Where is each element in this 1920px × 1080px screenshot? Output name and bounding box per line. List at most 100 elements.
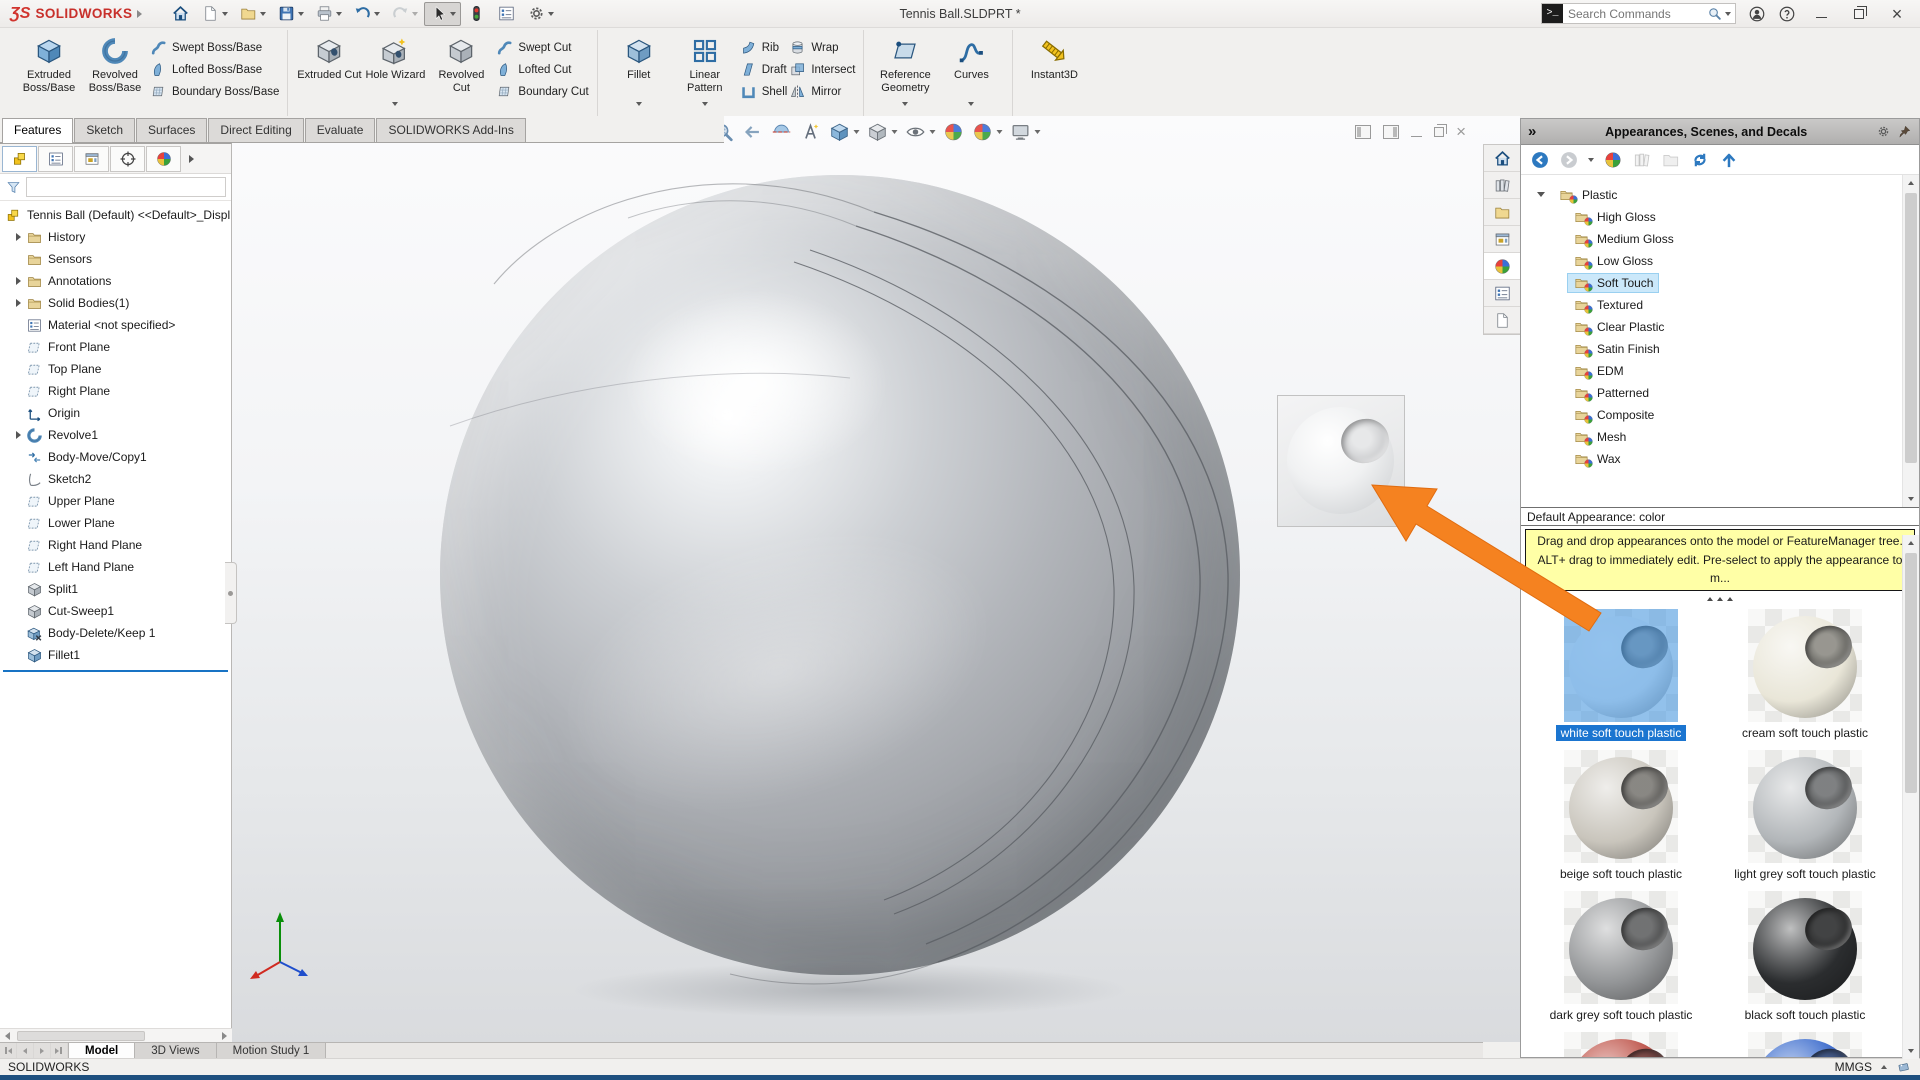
home-button[interactable]	[166, 2, 195, 26]
reference-geometry-flyout-icon[interactable]	[902, 102, 908, 106]
part-root-node[interactable]: Tennis Ball (Default) <<Default>_Displ	[0, 204, 231, 226]
tab-view-palette[interactable]	[1484, 226, 1520, 253]
expand-caret-icon[interactable]	[13, 408, 26, 418]
scroll-down-button[interactable]	[1903, 491, 1919, 507]
tab-property-manager[interactable]	[38, 146, 73, 172]
expand-caret-icon[interactable]	[13, 342, 26, 352]
document-restore-button[interactable]	[1434, 127, 1444, 137]
swatch-scrollbar-thumb[interactable]	[1905, 553, 1917, 793]
redo-button[interactable]	[386, 2, 423, 26]
swatch-scroll-down-button[interactable]	[1903, 1043, 1919, 1059]
expand-caret-icon[interactable]	[13, 364, 26, 374]
feature-tree-item[interactable]: Lower Plane	[0, 512, 231, 534]
swatch-thumbnail[interactable]	[1748, 609, 1862, 722]
expand-caret-icon[interactable]	[13, 298, 26, 308]
display-style-dropdown-icon[interactable]	[892, 130, 898, 134]
select-dropdown-icon[interactable]	[450, 12, 456, 16]
swatch-thumbnail[interactable]	[1564, 891, 1678, 1004]
feature-tree-item[interactable]: Upper Plane	[0, 490, 231, 512]
expand-caret-icon[interactable]	[13, 496, 26, 506]
section-view-button[interactable]	[771, 121, 793, 143]
expand-caret-icon[interactable]	[13, 320, 26, 330]
feature-tree-item[interactable]: Body-Move/Copy1	[0, 446, 231, 468]
model-tab[interactable]: Motion Study 1	[217, 1043, 327, 1058]
graphics-viewport[interactable]	[232, 116, 1520, 1042]
edit-appearance-ball-icon[interactable]	[1603, 150, 1623, 170]
appearance-swatch[interactable]: dark grey soft touch plastic	[1533, 891, 1709, 1023]
ribbon-tab[interactable]: Direct Editing	[208, 118, 303, 142]
solidworks-logo[interactable]: ƷS SOLIDWORKS	[0, 6, 152, 22]
logo-expand-arrow-icon[interactable]	[137, 10, 142, 18]
appearance-subcategory[interactable]: Composite	[1521, 404, 1919, 426]
expand-caret-icon[interactable]	[13, 628, 26, 638]
expand-caret-icon[interactable]	[13, 386, 26, 396]
feature-tree-item[interactable]: Split1	[0, 578, 231, 600]
next-tab-button[interactable]	[34, 1043, 51, 1058]
mirror-button[interactable]: Mirror	[789, 82, 855, 101]
swept-cut-button[interactable]: Swept Cut	[496, 38, 588, 57]
hscroll-thumb[interactable]	[17, 1031, 145, 1041]
rollback-bar[interactable]	[3, 670, 228, 672]
revolved-boss-base-button[interactable]: Revolved Boss/Base	[82, 31, 148, 109]
appearance-swatch[interactable]: black soft touch plastic	[1717, 891, 1893, 1023]
appearance-swatch[interactable]	[1717, 1032, 1893, 1057]
wrap-button[interactable]: Wrap	[789, 38, 855, 57]
feature-tree-item[interactable]: Material <not specified>	[0, 314, 231, 336]
new-document-button[interactable]	[196, 2, 233, 26]
feature-tree-item[interactable]: Sketch2	[0, 468, 231, 490]
appearance-subcategory[interactable]: Medium Gloss	[1521, 228, 1919, 250]
open-button[interactable]	[234, 2, 271, 26]
feature-tree-item[interactable]: Annotations	[0, 270, 231, 292]
unit-system-dropdown-icon[interactable]	[1881, 1065, 1887, 1069]
curves-flyout-icon[interactable]	[968, 102, 974, 106]
draft-button[interactable]: Draft	[740, 60, 788, 79]
print-button[interactable]	[310, 2, 347, 26]
tab-file-explorer[interactable]	[1484, 199, 1520, 226]
lofted-boss-base-button[interactable]: Lofted Boss/Base	[150, 60, 279, 79]
appearance-subcategory[interactable]: Low Gloss	[1521, 250, 1919, 272]
new-dropdown-icon[interactable]	[222, 12, 228, 16]
expand-caret-icon[interactable]	[13, 430, 26, 440]
appearance-subcategory[interactable]: High Gloss	[1521, 206, 1919, 228]
expand-caret-icon[interactable]	[13, 276, 26, 286]
collapse-caret-icon[interactable]	[1535, 191, 1549, 199]
fillet-flyout-icon[interactable]	[636, 102, 642, 106]
hole-wizard-button[interactable]: Hole Wizard	[362, 31, 428, 109]
feature-tree-item[interactable]: Origin	[0, 402, 231, 424]
tag-icon[interactable]	[1896, 1059, 1912, 1075]
swatch-thumbnail[interactable]	[1748, 1032, 1862, 1057]
appearance-subcategory[interactable]: Satin Finish	[1521, 338, 1919, 360]
tab-configuration-manager[interactable]	[74, 146, 109, 172]
select-button[interactable]	[424, 2, 461, 26]
expand-caret-icon[interactable]	[13, 540, 26, 550]
ribbon-tab[interactable]: Features	[2, 118, 73, 143]
apply-scene-button[interactable]	[972, 121, 1003, 143]
appearance-subcategory[interactable]: EDM	[1521, 360, 1919, 382]
document-minimize-button[interactable]	[1411, 136, 1422, 137]
window-minimize-button[interactable]	[1808, 3, 1834, 25]
expand-caret-icon[interactable]	[13, 232, 26, 242]
feature-tree-item[interactable]: Solid Bodies(1)	[0, 292, 231, 314]
appearance-subcategory[interactable]: Textured	[1521, 294, 1919, 316]
forward-button-icon[interactable]	[1559, 150, 1579, 170]
extruded-boss-base-button[interactable]: Extruded Boss/Base	[16, 31, 82, 109]
appearance-subcategory[interactable]: Soft Touch	[1521, 272, 1919, 294]
rib-button[interactable]: Rib	[740, 38, 788, 57]
unit-system-label[interactable]: MMGS	[1835, 1060, 1872, 1074]
open-appearance-folder-icon[interactable]	[1661, 150, 1681, 170]
view-orientation-button[interactable]	[829, 121, 860, 143]
linear-pattern-flyout-icon[interactable]	[702, 102, 708, 106]
tab-dimxpert-manager[interactable]	[110, 146, 145, 172]
annotation-views-button[interactable]	[800, 121, 822, 143]
pane-right-button[interactable]	[1383, 125, 1399, 139]
window-restore-button[interactable]	[1846, 3, 1872, 25]
feature-tree-item[interactable]: Top Plane	[0, 358, 231, 380]
undo-dropdown-icon[interactable]	[374, 12, 380, 16]
previous-view-button[interactable]	[742, 121, 764, 143]
document-close-button[interactable]	[1456, 123, 1466, 140]
expand-caret-icon[interactable]	[13, 584, 26, 594]
search-commands-input[interactable]	[1563, 7, 1707, 21]
ribbon-tab[interactable]: SOLIDWORKS Add-Ins	[376, 118, 525, 142]
edit-appearance-button[interactable]	[943, 121, 965, 143]
reference-geometry-button[interactable]: Reference Geometry	[872, 31, 938, 109]
